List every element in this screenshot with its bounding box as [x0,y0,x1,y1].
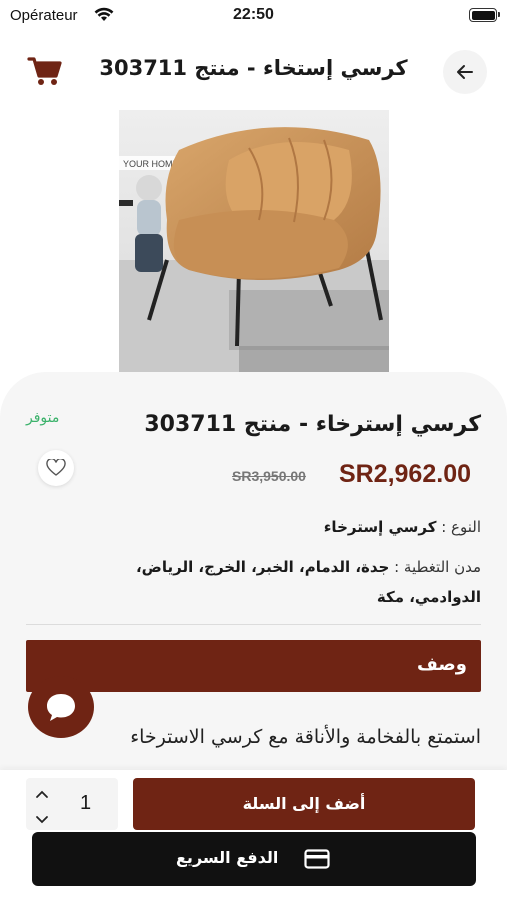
product-image[interactable]: YOUR HOME [119,110,389,374]
image-badge: YOUR HOME [123,159,179,169]
status-time: 22:50 [233,6,274,23]
bottom-action-bar: 1 أضف إلى السلة الدفع السريع [0,770,507,900]
chevron-down-icon [36,816,48,824]
credit-card-icon [304,849,330,869]
battery-icon [469,8,500,22]
favorite-button[interactable] [38,450,74,486]
product-title: كرسي إسترخاء - منتج 303711 [144,412,481,437]
description-header[interactable]: وصف [26,640,481,692]
add-to-cart-button[interactable]: أضف إلى السلة [133,778,475,830]
divider [26,624,481,625]
arrow-left-icon [457,65,473,79]
current-price: SR2,962.00 [338,460,471,488]
heart-icon [46,459,66,476]
type-label: النوع : [436,518,481,536]
page-title: كرسي إستخاء - منتج 303711 [99,56,408,80]
increase-quantity-button[interactable] [34,786,50,800]
type-value: كرسي إسترخاء [323,518,437,536]
quantity-value[interactable]: 1 [80,792,91,815]
top-header: كرسي إستخاء - منتج 303711 [0,44,507,96]
description-title: وصف [416,654,467,675]
chevron-up-icon [36,790,48,798]
chat-icon [47,694,75,721]
status-bar: Opérateur 22:50 [0,0,507,34]
quick-pay-button[interactable]: الدفع السريع [32,832,476,886]
back-button[interactable] [443,50,487,94]
chat-button[interactable] [28,676,94,738]
stock-status: متوفر [26,410,60,426]
coverage-cities: مدن التغطية : جدة، الدمام، الخبر، الخرج،… [91,552,481,612]
decrease-quantity-button[interactable] [34,812,50,826]
cart-icon [27,57,62,85]
cities-label: مدن التغطية : [389,558,481,576]
quick-pay-label: الدفع السريع [176,848,279,867]
cart-button[interactable] [26,54,64,88]
quantity-stepper: 1 [26,778,118,830]
description-text: استمتع بالفخامة والأناقة مع كرسي الاسترخ… [130,726,481,748]
product-type: النوع : كرسي إسترخاء [324,518,481,536]
old-price: SR3,950.00 [232,468,306,484]
